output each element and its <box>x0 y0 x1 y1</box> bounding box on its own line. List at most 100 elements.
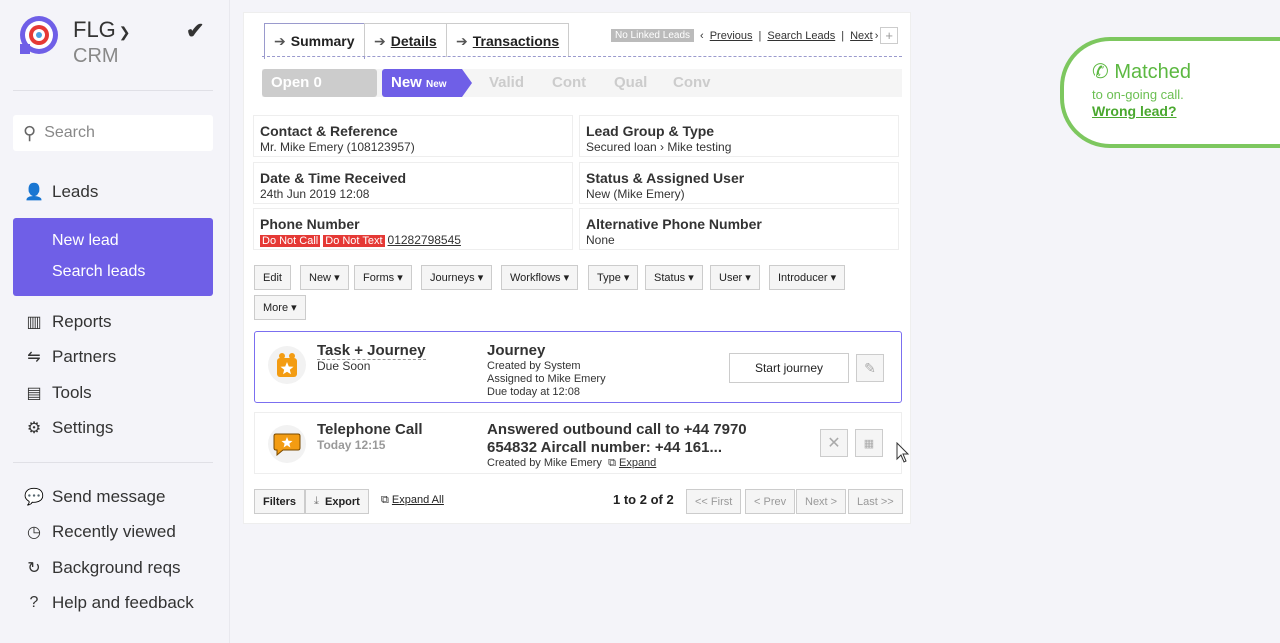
plus-icon[interactable]: + <box>880 27 898 44</box>
edit-pencil-icon[interactable]: ✎ <box>856 354 884 382</box>
search-input[interactable]: ⚲ Search <box>13 115 213 151</box>
button-label: Status <box>654 271 686 284</box>
call-time: Today 12:15 <box>317 438 386 452</box>
journeys-dropdown[interactable]: Journeys ▾ <box>421 265 493 290</box>
sidebar-item-label: Background reqs <box>52 558 181 577</box>
sidebar-item-label: Tools <box>52 383 92 402</box>
brand-dropdown[interactable]: FLG ❯ <box>73 18 131 44</box>
field-value: New (Mike Emery) <box>586 187 685 201</box>
field-value: 24th Jun 2019 12:08 <box>260 187 370 201</box>
task-title[interactable]: Task + Journey <box>317 342 426 360</box>
button-label: Workflows <box>510 271 561 284</box>
filters-button[interactable]: Filters <box>254 489 306 514</box>
timeline-item-task[interactable]: Task + Journey Due Soon Journey Created … <box>254 331 902 403</box>
introducer-dropdown[interactable]: Introducer ▾ <box>769 265 846 290</box>
task-avatar <box>268 346 306 384</box>
task-due: Due Soon <box>317 359 371 373</box>
refresh-icon: ↻ <box>27 560 41 577</box>
last-page-button[interactable]: Last >> <box>848 489 903 514</box>
user-dropdown[interactable]: User ▾ <box>710 265 760 290</box>
divider <box>13 462 213 463</box>
workflows-dropdown[interactable]: Workflows ▾ <box>501 265 579 290</box>
arrow-right-icon: ➔ <box>456 33 468 49</box>
search-icon: ⚲ <box>23 122 37 143</box>
double-check-icon[interactable]: ✔ <box>186 18 204 44</box>
contact-reference: Contact & Reference Mr. Mike Emery (1081… <box>253 115 573 157</box>
first-page-button[interactable]: << First <box>686 489 742 514</box>
field-label: Alternative Phone Number <box>586 216 762 232</box>
button-label: Type <box>597 271 621 284</box>
sidebar-item-recently-viewed[interactable]: ◷ Recently viewed <box>24 522 176 542</box>
next-page-button[interactable]: Next > <box>796 489 847 514</box>
prev-page-button[interactable]: < Prev <box>745 489 796 514</box>
tab-details[interactable]: ➔ Details <box>364 23 447 57</box>
tab-label: Transactions <box>472 33 560 49</box>
matched-subtitle: to on-going call. <box>1092 87 1184 102</box>
caret-down-icon: ▾ <box>397 272 403 284</box>
button-label: Introducer <box>778 271 828 284</box>
stage-progress: Open 0 Hours New New Valid Cont Qual Con… <box>262 69 902 119</box>
flg-logo-icon[interactable] <box>18 14 60 56</box>
previous-link[interactable]: Previous <box>710 30 753 42</box>
keypad-icon[interactable]: ▦ <box>855 429 883 457</box>
field-value: Do Not Call Do Not Text 01282798545 <box>260 233 572 247</box>
sidebar-item-label: Reports <box>52 312 112 331</box>
status-assigned: Status & Assigned User New (Mike Emery) <box>579 162 899 204</box>
phone-number: Phone Number Do Not Call Do Not Text 01282… <box>253 208 573 250</box>
field-value: None <box>586 233 615 247</box>
button-label: Forms <box>363 271 395 284</box>
sidebar-item-tools[interactable]: ▤ Tools <box>24 383 92 403</box>
sidebar-item-send-message[interactable]: 💬 Send message <box>24 487 165 507</box>
type-dropdown[interactable]: Type ▾ <box>588 265 639 290</box>
caret-down-icon: ▾ <box>830 272 837 284</box>
new-dropdown[interactable]: New ▾ <box>300 265 349 290</box>
sidebar-item-leads[interactable]: 👤 Leads <box>24 182 98 202</box>
gear-icon: ⚙ <box>26 420 42 437</box>
status-dropdown[interactable]: Status ▾ <box>645 265 703 290</box>
sidebar-item-label: Send message <box>52 487 166 506</box>
wrong-lead-link[interactable]: Wrong lead? <box>1092 103 1280 119</box>
chevron-left-icon: ‹ <box>700 29 704 42</box>
forms-dropdown[interactable]: Forms ▾ <box>354 265 412 290</box>
next-link[interactable]: Next <box>850 30 873 42</box>
chevron-right-icon: › <box>874 29 879 42</box>
mouse-cursor-icon <box>896 442 910 463</box>
sidebar-item-settings[interactable]: ⚙ Settings <box>24 418 114 438</box>
sidebar-item-background-reqs[interactable]: ↻ Background reqs <box>24 558 181 578</box>
sidebar-item-help[interactable]: ? Help and feedback <box>24 593 194 613</box>
search-leads-link[interactable]: Search Leads <box>767 30 835 42</box>
expand-all-link[interactable]: Expand All <box>392 494 444 506</box>
field-label: Contact & Reference <box>260 123 398 139</box>
sidebar-item-new-lead[interactable]: New lead <box>52 232 119 250</box>
sidebar-item-reports[interactable]: ▥ Reports <box>24 312 112 332</box>
close-icon[interactable]: ✕ <box>820 429 848 457</box>
more-dropdown[interactable]: More ▾ <box>254 295 306 320</box>
timeline-item-call[interactable]: Telephone Call Today 12:15 Answered outb… <box>254 412 902 474</box>
sidebar-item-partners[interactable]: ⇋ Partners <box>24 347 116 367</box>
stage-open[interactable]: Open 0 Hours <box>262 69 377 119</box>
tab-transactions[interactable]: ➔ Transactions <box>446 23 570 57</box>
sidebar-item-label: Help and feedback <box>52 593 194 612</box>
stage-conv[interactable]: Conv <box>664 69 720 97</box>
stage-cont[interactable]: Cont <box>543 69 595 97</box>
start-journey-button[interactable]: Start journey <box>729 353 849 383</box>
expand-all[interactable]: ⧉ Expand All <box>381 494 444 507</box>
export-button[interactable]: ⤓ Export <box>305 489 369 514</box>
stage-sublabel: New <box>426 79 447 90</box>
sidebar-item-search-leads[interactable]: Search leads <box>52 263 145 281</box>
edit-button[interactable]: Edit <box>254 265 291 290</box>
lead-card: ➔ Summary ➔ Details ➔ Transactions No Linke… <box>243 12 911 524</box>
tab-summary[interactable]: ➔ Summary <box>264 23 365 59</box>
no-linked-badge: No Linked Leads <box>610 29 695 42</box>
stage-qual[interactable]: Qual <box>605 69 656 97</box>
expand-link[interactable]: Expand <box>619 457 656 469</box>
sidebar: FLG ❯ CRM ✔ ⚲ Search 👤 Leads New lead Sea… <box>0 0 230 643</box>
stage-valid[interactable]: Valid <box>480 69 533 97</box>
phone-link[interactable]: 01282798545 <box>388 233 461 247</box>
date-received: Date & Time Received 24th Jun 2019 12:08 <box>253 162 573 204</box>
task-star-icon <box>277 353 297 377</box>
button-label: Export <box>325 495 360 508</box>
stage-new[interactable]: New New <box>382 69 472 97</box>
stage-label: New <box>391 74 422 91</box>
arrow-right-icon: ➔ <box>374 33 386 49</box>
